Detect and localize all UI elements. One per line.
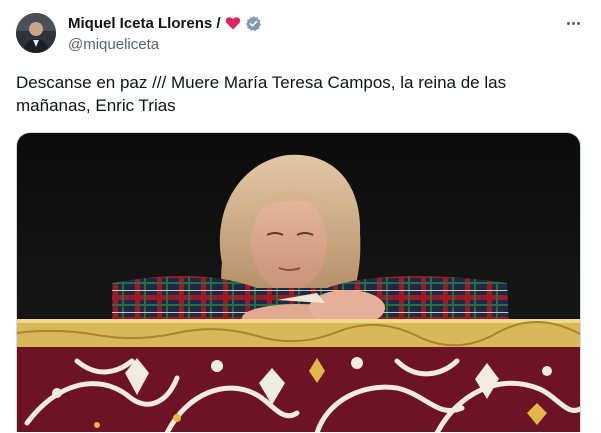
dot [576, 21, 580, 25]
author-name[interactable]: Miquel Iceta Llorens / [68, 15, 221, 32]
tweet-photo[interactable] [16, 132, 581, 432]
dot [566, 21, 570, 25]
author-name-row: Miquel Iceta Llorens / [68, 13, 262, 33]
more-options-icon[interactable] [562, 14, 584, 32]
verified-badge-icon[interactable] [245, 15, 262, 32]
dot [571, 21, 575, 25]
tweet-card: Miquel Iceta Llorens / @miqueliceta Desc… [0, 0, 601, 433]
heart-icon [225, 15, 241, 31]
author-handle[interactable]: @miqueliceta [68, 36, 159, 53]
avatar[interactable] [16, 13, 56, 53]
tweet-text: Descanse en paz /// Muere María Teresa C… [16, 73, 507, 115]
